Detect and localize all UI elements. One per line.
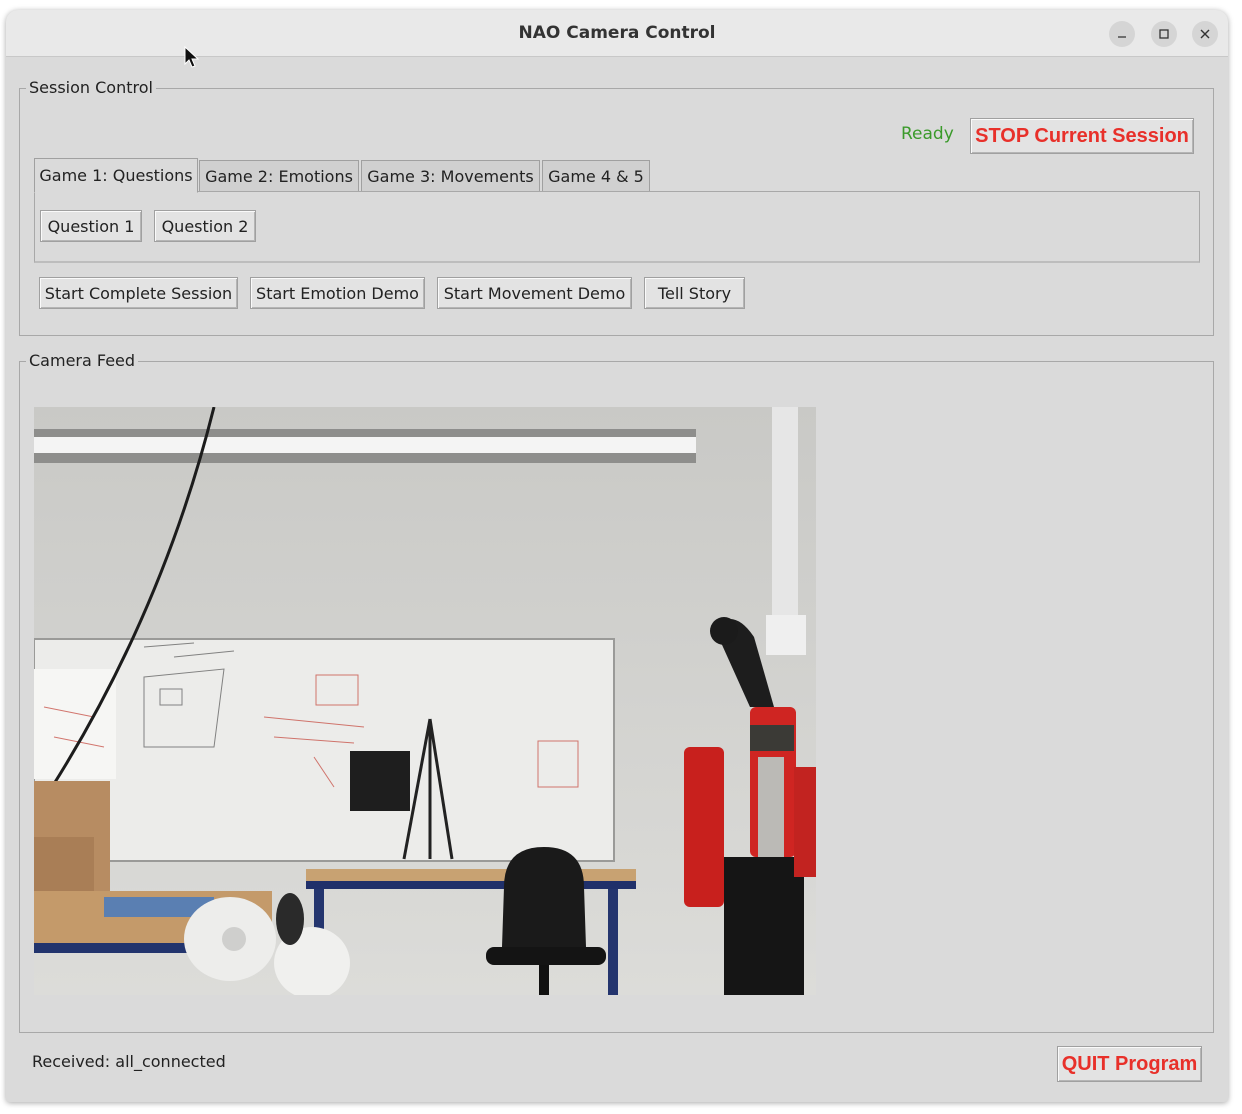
camera-scene <box>34 407 816 995</box>
close-icon <box>1200 29 1210 39</box>
close-button[interactable] <box>1192 21 1218 47</box>
start-emotion-demo-button[interactable]: Start Emotion Demo <box>250 277 425 309</box>
minimize-icon <box>1118 36 1126 38</box>
maximize-icon <box>1159 29 1169 39</box>
camera-feed-image <box>34 407 816 995</box>
mouse-cursor-icon <box>184 46 200 68</box>
tab-game-1-questions[interactable]: Game 1: Questions <box>34 158 198 193</box>
stop-session-button[interactable]: STOP Current Session <box>970 118 1194 154</box>
tab-game-4-5[interactable]: Game 4 & 5 <box>542 160 650 191</box>
tell-story-button[interactable]: Tell Story <box>644 277 745 309</box>
question-1-button[interactable]: Question 1 <box>40 210 142 242</box>
camera-feed-label: Camera Feed <box>26 351 139 370</box>
status-text: Ready <box>901 124 954 144</box>
start-movement-demo-button[interactable]: Start Movement Demo <box>437 277 632 309</box>
received-status-text: Received: all_connected <box>32 1052 226 1071</box>
tab-game-2-emotions[interactable]: Game 2: Emotions <box>199 160 359 191</box>
window-title: NAO Camera Control <box>518 23 716 43</box>
quit-program-button[interactable]: QUIT Program <box>1057 1046 1202 1082</box>
minimize-button[interactable] <box>1109 21 1135 47</box>
question-2-button[interactable]: Question 2 <box>154 210 256 242</box>
app-window: NAO Camera Control Session Control Ready… <box>6 10 1228 1102</box>
maximize-button[interactable] <box>1151 21 1177 47</box>
start-complete-session-button[interactable]: Start Complete Session <box>39 277 238 309</box>
session-control-label: Session Control <box>26 78 156 97</box>
tab-game-3-movements[interactable]: Game 3: Movements <box>361 160 540 191</box>
